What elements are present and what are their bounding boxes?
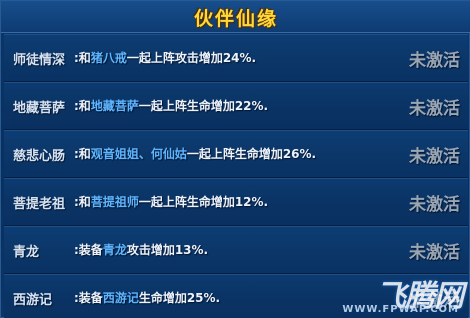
partner-link[interactable]: 观音姐姐、何仙姑 <box>91 147 187 161</box>
fate-row: 西游记 :装备西游记生命增加25%. 未激活 <box>4 274 468 318</box>
partner-link[interactable]: 地藏菩萨 <box>91 99 139 113</box>
fate-row: 慈悲心肠 :和观音姐姐、何仙姑一起上阵生命增加26%. 未激活 <box>4 130 468 178</box>
fate-name: 地藏菩萨 <box>13 101 66 116</box>
status-label: 未激活 <box>409 51 460 71</box>
fate-list: 师徒情深 :和猪八戒一起上阵攻击增加24%. 未激活 地藏菩萨 :和地藏菩萨一起… <box>4 34 468 318</box>
fate-row: 菩提老祖 :和菩提祖师一起上阵生命增加12%. 未激活 <box>4 178 468 226</box>
title-bar: 伙伴仙缘 <box>1 1 470 33</box>
partner-link[interactable]: 猪八戒 <box>91 51 127 65</box>
partner-link[interactable]: 菩提祖师 <box>91 195 139 209</box>
fate-description: :装备青龙攻击增加13%. <box>74 243 209 257</box>
fate-name: 师徒情深 <box>13 53 66 68</box>
status-label: 未激活 <box>409 243 460 263</box>
status-label: 未激活 <box>409 291 460 311</box>
fate-description: :和猪八戒一起上阵攻击增加24%. <box>74 51 257 65</box>
equipment-link[interactable]: 西游记 <box>103 291 139 305</box>
fate-name: 菩提老祖 <box>13 197 66 212</box>
fate-row: 地藏菩萨 :和地藏菩萨一起上阵生命增加22%. 未激活 <box>4 82 468 130</box>
fate-panel: 伙伴仙缘 师徒情深 :和猪八戒一起上阵攻击增加24%. 未激活 地藏菩萨 :和地… <box>0 0 470 318</box>
fate-name: 西游记 <box>13 293 53 308</box>
fate-description: :和菩提祖师一起上阵生命增加12%. <box>74 195 269 209</box>
fate-name: 青龙 <box>13 245 40 260</box>
status-label: 未激活 <box>409 99 460 119</box>
fate-row: 师徒情深 :和猪八戒一起上阵攻击增加24%. 未激活 <box>4 34 468 82</box>
panel-title: 伙伴仙缘 <box>193 8 278 30</box>
fate-description: :装备西游记生命增加25%. <box>74 291 221 305</box>
fate-description: :和地藏菩萨一起上阵生命增加22%. <box>74 99 269 113</box>
status-label: 未激活 <box>409 147 460 167</box>
equipment-link[interactable]: 青龙 <box>103 243 127 257</box>
fate-row: 青龙 :装备青龙攻击增加13%. 未激活 <box>4 226 468 274</box>
fate-name: 慈悲心肠 <box>13 149 66 164</box>
fate-description: :和观音姐姐、何仙姑一起上阵生命增加26%. <box>74 147 317 161</box>
status-label: 未激活 <box>409 195 460 215</box>
